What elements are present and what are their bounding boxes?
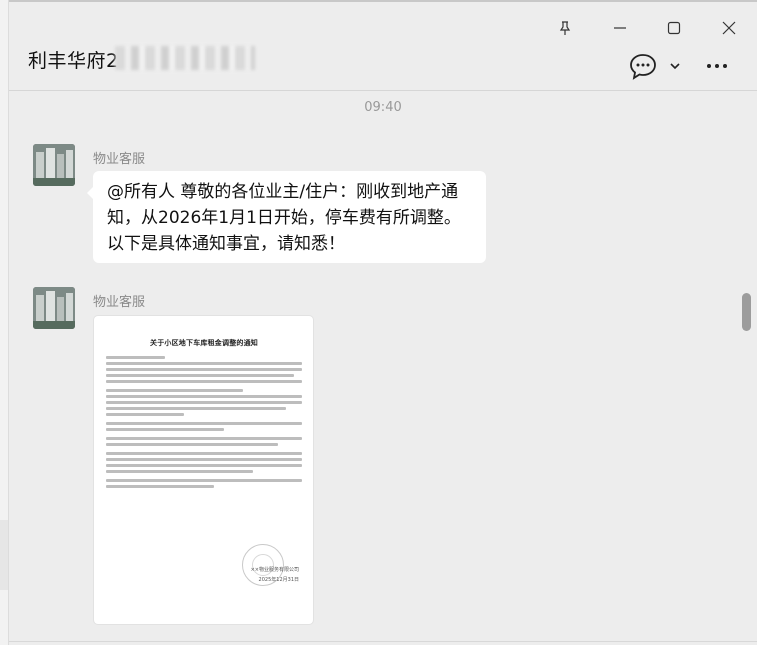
input-area-divider bbox=[9, 641, 757, 642]
document-text-line bbox=[106, 368, 302, 371]
message-line: 知，从2026年1月1日开始，停车费有所调整。 bbox=[107, 208, 461, 228]
left-panel-edge bbox=[0, 0, 9, 645]
document-body: 关于小区地下车库租金调整的通知 bbox=[106, 338, 302, 491]
more-options-button[interactable] bbox=[704, 54, 732, 78]
document-text-line bbox=[106, 458, 302, 461]
more-icon bbox=[707, 64, 727, 68]
sender-name: 物业客服 bbox=[93, 295, 146, 310]
close-icon bbox=[722, 21, 736, 35]
image-message-document[interactable]: 关于小区地下车库租金调整的通知 ××物业服务有限公司 2025年12月31日 bbox=[94, 316, 313, 624]
document-text-line bbox=[106, 443, 279, 446]
document-signature-date: 2025年12月31日 bbox=[258, 577, 299, 583]
document-signature-company: ××物业服务有限公司 bbox=[250, 567, 299, 573]
document-text-line bbox=[106, 485, 214, 488]
chat-message-area[interactable]: 09:40 物业客服 @所有人 尊敬的各位业主/住户：刚收到地产通 知，从202… bbox=[9, 91, 757, 645]
minimize-icon bbox=[614, 27, 626, 29]
chat-header: 利丰华府2 bbox=[9, 2, 757, 91]
document-text-line bbox=[106, 464, 302, 467]
sender-avatar[interactable] bbox=[33, 287, 75, 329]
document-text-line bbox=[106, 437, 302, 440]
chat-bubble-icon bbox=[630, 54, 656, 80]
document-text-line bbox=[106, 470, 253, 473]
document-text-line bbox=[106, 428, 224, 431]
pin-icon bbox=[559, 21, 571, 35]
document-text-line bbox=[106, 380, 302, 383]
document-text-line bbox=[106, 395, 302, 398]
message-line: @所有人 尊敬的各位业主/住户：刚收到地产通 bbox=[107, 182, 459, 202]
chat-title[interactable]: 利丰华府2 bbox=[28, 46, 119, 73]
message-timestamp: 09:40 bbox=[364, 100, 402, 115]
chat-scrollbar-thumb[interactable] bbox=[742, 293, 751, 331]
minimize-button[interactable] bbox=[606, 14, 634, 42]
document-text-line bbox=[106, 413, 185, 416]
close-button[interactable] bbox=[715, 14, 743, 42]
avatar-image bbox=[33, 144, 75, 186]
text-message-bubble[interactable]: @所有人 尊敬的各位业主/住户：刚收到地产通 知，从2026年1月1日开始，停车… bbox=[87, 171, 486, 263]
chat-info-button[interactable] bbox=[627, 52, 659, 82]
document-text-line bbox=[106, 407, 287, 410]
document-text-line bbox=[106, 356, 165, 359]
sender-name: 物业客服 bbox=[93, 152, 146, 167]
chat-options-dropdown[interactable] bbox=[667, 58, 683, 74]
redacted-title-suffix bbox=[115, 46, 255, 70]
sender-avatar[interactable] bbox=[33, 144, 75, 186]
document-text-line bbox=[106, 362, 302, 365]
document-text-line bbox=[106, 422, 302, 425]
maximize-button[interactable] bbox=[660, 14, 688, 42]
document-text-line bbox=[106, 374, 295, 377]
pin-button[interactable] bbox=[551, 14, 579, 42]
document-text-line bbox=[106, 389, 244, 392]
document-title: 关于小区地下车库租金调整的通知 bbox=[150, 339, 258, 347]
left-panel-edge-mark bbox=[0, 520, 8, 590]
document-text-line bbox=[106, 401, 302, 404]
maximize-icon bbox=[667, 21, 681, 35]
avatar-image bbox=[33, 287, 75, 329]
message-line: 以下是具体通知事宜，请知悉！ bbox=[107, 234, 345, 254]
document-text-line bbox=[106, 479, 302, 482]
document-text-line bbox=[106, 452, 302, 455]
chevron-down-icon bbox=[670, 63, 680, 70]
